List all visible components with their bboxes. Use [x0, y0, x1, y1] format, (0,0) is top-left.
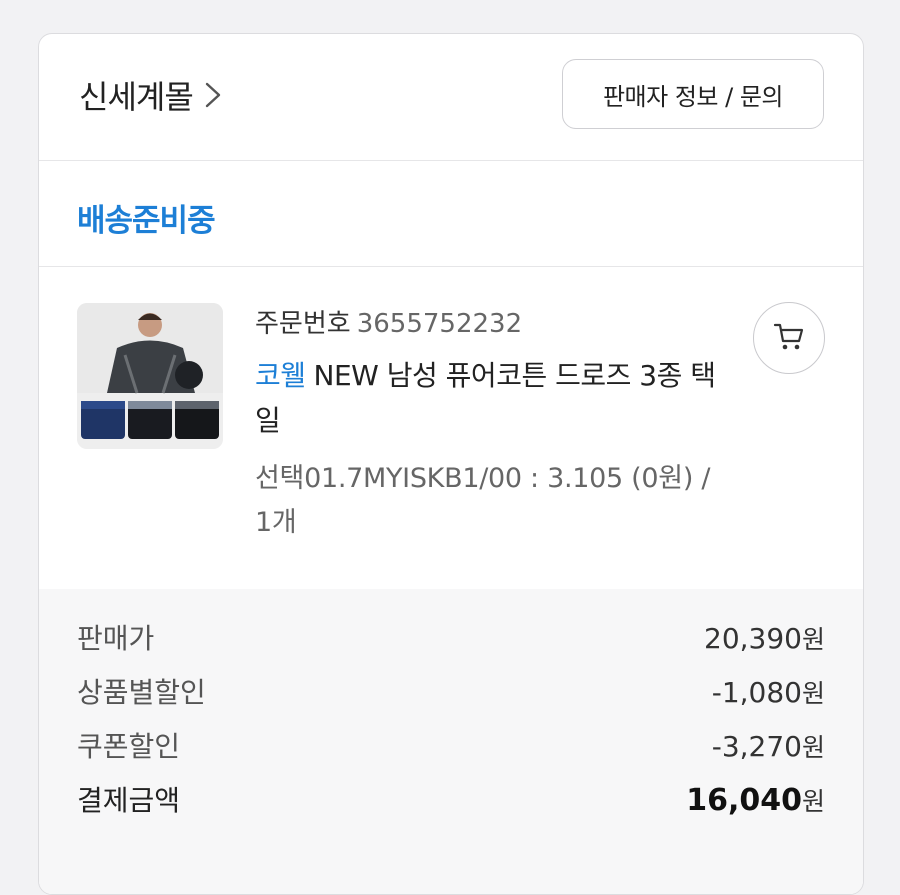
order-number-label: 주문번호 — [255, 309, 351, 339]
price-row-coupon-discount: 쿠폰할인 -3,270원 — [77, 725, 825, 765]
seller-header: 신세계몰 판매자 정보 / 문의 — [39, 34, 863, 161]
currency-unit: 원 — [801, 679, 825, 708]
order-card: 신세계몰 판매자 정보 / 문의 배송준비중 주문번호 3655752232 코… — [38, 33, 864, 895]
product-name: NEW 남성 퓨어코튼 드로즈 3종 택일 — [255, 359, 716, 437]
currency-unit: 원 — [801, 625, 825, 654]
total-amount: 16,040 — [686, 783, 802, 818]
product-brand: 코웰 — [255, 359, 306, 392]
price-row-sale: 판매가 20,390원 — [77, 617, 825, 657]
order-item: 주문번호 3655752232 코웰 NEW 남성 퓨어코튼 드로즈 3종 택일 선… — [39, 267, 863, 589]
product-option: 선택01.7MYISKB1/00 : 3.105 (0원) / 1개 — [255, 463, 711, 538]
product-thumbnail[interactable] — [77, 303, 223, 449]
seller-info-button[interactable]: 판매자 정보 / 문의 — [562, 59, 824, 129]
price-amount: -3,270 — [711, 730, 802, 763]
price-label: 판매가 — [77, 622, 155, 655]
order-status: 배송준비중 — [77, 203, 216, 239]
currency-unit: 원 — [801, 787, 825, 816]
price-amount: -1,080 — [711, 676, 802, 709]
cart-icon — [772, 319, 806, 357]
total-label: 결제금액 — [77, 784, 181, 817]
price-label: 상품별할인 — [77, 676, 206, 709]
add-to-cart-button[interactable] — [753, 302, 825, 374]
seller-name: 신세계몰 — [79, 78, 194, 116]
product-title[interactable]: 코웰 NEW 남성 퓨어코튼 드로즈 3종 택일 — [255, 353, 725, 443]
price-amount: 20,390 — [704, 622, 802, 655]
order-number-value: 3655752232 — [356, 309, 523, 339]
price-label: 쿠폰할인 — [77, 730, 181, 763]
price-row-item-discount: 상품별할인 -1,080원 — [77, 671, 825, 711]
order-number: 주문번호 3655752232 — [255, 303, 522, 340]
status-row: 배송준비중 — [39, 161, 863, 267]
price-summary: 판매가 20,390원 상품별할인 -1,080원 쿠폰할인 -3,270원 결… — [39, 589, 863, 894]
chevron-right-icon — [203, 80, 223, 110]
seller-link[interactable]: 신세계몰 — [79, 72, 223, 118]
currency-unit: 원 — [801, 733, 825, 762]
price-row-total: 결제금액 16,040원 — [77, 779, 825, 819]
